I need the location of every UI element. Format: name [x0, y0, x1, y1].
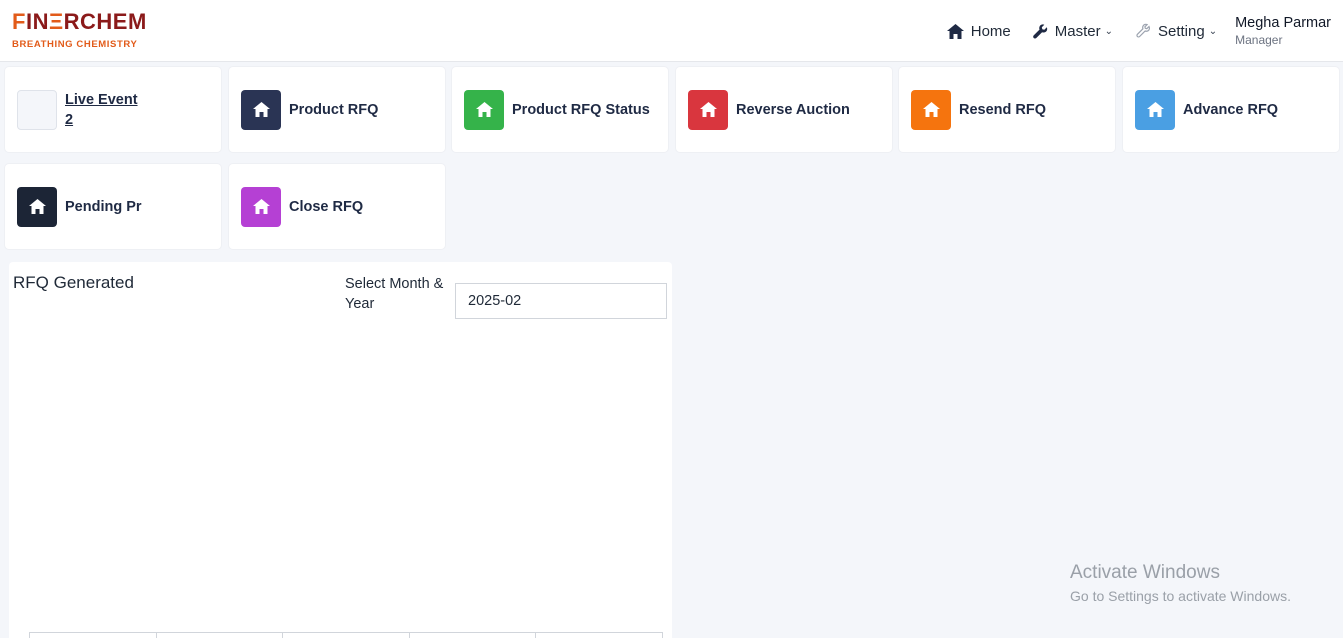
nav-setting[interactable]: Setting ⌄: [1135, 23, 1217, 40]
watermark-subtitle: Go to Settings to activate Windows.: [1070, 588, 1291, 604]
tile-close-rfq[interactable]: Close RFQ: [229, 164, 445, 249]
home-icon: [946, 23, 964, 39]
company-logo[interactable]: FINΞRCHEM BREATHING CHEMISTRY: [12, 9, 152, 53]
tile-reverse-auction[interactable]: Reverse Auction: [676, 67, 892, 152]
tile-product-rfq-status[interactable]: Product RFQ Status: [452, 67, 668, 152]
table-header-cell: [535, 633, 663, 638]
main-nav: Home Master ⌄ Setting ⌄ Megha Parmar Man…: [925, 0, 1331, 62]
wrench-icon: [1032, 23, 1047, 39]
logo-wordmark: FINΞRCHEM: [12, 9, 147, 34]
tile-resend-rfq[interactable]: Resend RFQ: [899, 67, 1115, 152]
nav-home-label: Home: [970, 22, 1011, 40]
panel-title: RFQ Generated: [13, 273, 134, 292]
tile-product-rfq-status-label: Product RFQ Status: [512, 101, 650, 118]
table-header-cell: [155, 633, 283, 638]
logo-tagline: BREATHING CHEMISTRY: [12, 39, 138, 50]
tile-reverse-auction-label: Reverse Auction: [736, 101, 850, 118]
chevron-down-icon: ⌄: [1104, 25, 1113, 37]
tools-icon: [1136, 23, 1151, 38]
tile-resend-rfq-label: Resend RFQ: [959, 101, 1047, 118]
tile-product-rfq-label: Product RFQ: [289, 101, 379, 118]
live-event-label[interactable]: Live Event: [65, 90, 138, 110]
home-icon: [688, 89, 728, 130]
home-icon: [241, 186, 281, 227]
watermark-title: Activate Windows: [1070, 562, 1220, 583]
tile-product-rfq[interactable]: Product RFQ: [229, 67, 445, 152]
month-year-input[interactable]: [455, 283, 667, 319]
rfq-table-header: [29, 632, 663, 638]
placeholder-icon: [17, 89, 57, 130]
home-icon: [464, 89, 504, 130]
table-header-cell: [29, 633, 156, 638]
home-icon: [911, 89, 951, 130]
nav-master[interactable]: Master ⌄: [1032, 22, 1113, 40]
home-icon: [17, 186, 57, 227]
user-name: Megha Parmar: [1235, 15, 1331, 31]
tile-advance-rfq-label: Advance RFQ: [1183, 101, 1279, 118]
home-icon: [1135, 89, 1175, 130]
chevron-down-icon: ⌄: [1208, 25, 1218, 37]
home-icon: [241, 89, 281, 130]
tile-pending-pr[interactable]: Pending Pr: [5, 164, 221, 249]
activate-windows-watermark: Activate Windows Go to Settings to activ…: [1070, 562, 1291, 604]
rfq-generated-panel: RFQ Generated Select Month & Year: [9, 262, 672, 638]
tile-close-rfq-label: Close RFQ: [289, 198, 364, 215]
nav-home[interactable]: Home: [946, 22, 1011, 40]
live-event-text[interactable]: Live Event 2: [65, 90, 138, 130]
tile-live-event[interactable]: Live Event 2: [5, 67, 221, 152]
user-role: Manager: [1235, 33, 1283, 47]
tile-pending-pr-label: Pending Pr: [65, 198, 142, 215]
nav-setting-label: Setting: [1158, 22, 1205, 40]
table-header-cell: [408, 633, 536, 638]
tile-advance-rfq[interactable]: Advance RFQ: [1123, 67, 1339, 152]
nav-master-label: Master: [1054, 22, 1101, 40]
month-year-label: Select Month & Year: [345, 276, 444, 312]
top-header: FINΞRCHEM BREATHING CHEMISTRY Home Maste…: [0, 0, 1343, 62]
user-profile[interactable]: Megha Parmar Manager: [1235, 15, 1331, 47]
live-event-count[interactable]: 2: [65, 110, 138, 130]
table-header-cell: [282, 633, 409, 638]
